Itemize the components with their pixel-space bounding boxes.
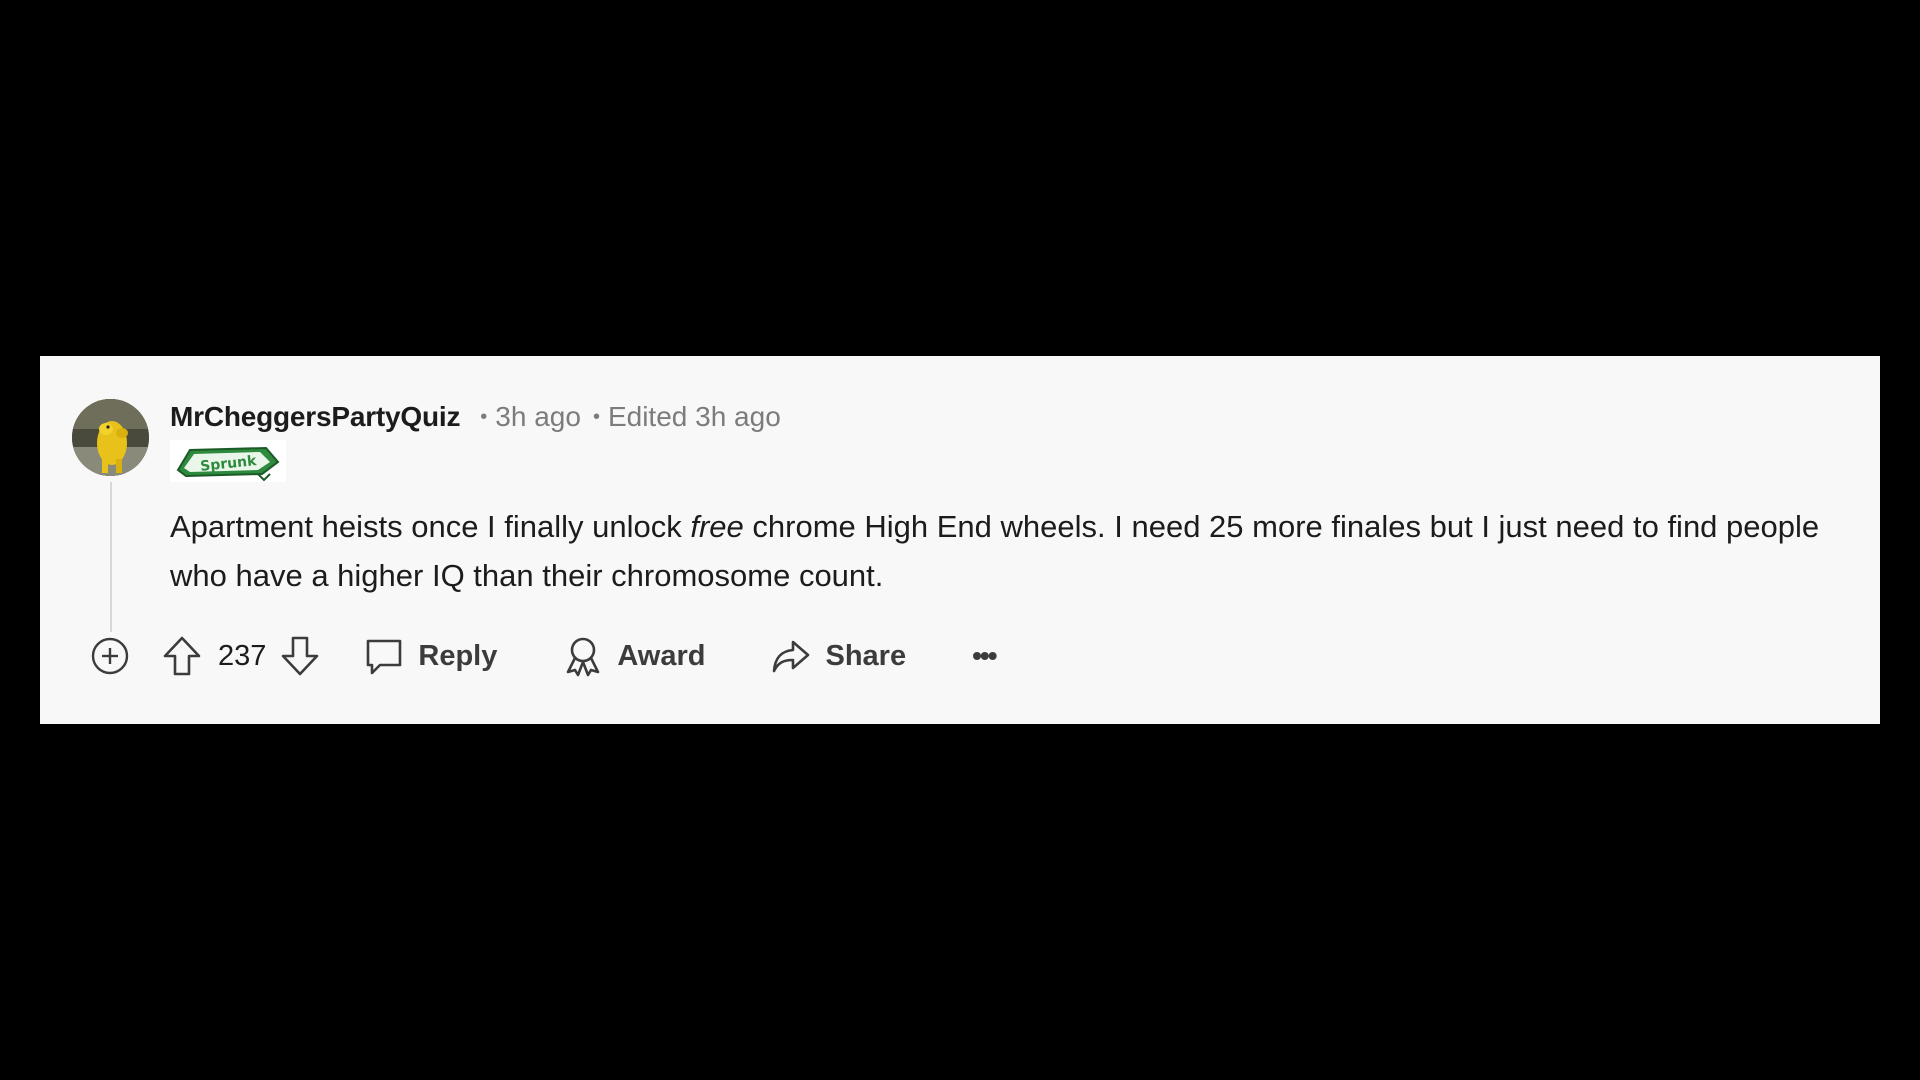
plus-circle-icon bbox=[91, 637, 129, 675]
user-avatar[interactable] bbox=[72, 399, 149, 476]
user-flair: Sprunk bbox=[170, 440, 286, 482]
ellipsis-icon: ••• bbox=[972, 640, 997, 671]
reply-label: Reply bbox=[418, 639, 498, 672]
comment-actions: 237 Reply Award Share ••• bbox=[88, 626, 998, 686]
downvote-button[interactable] bbox=[280, 634, 320, 678]
reply-button[interactable]: Reply bbox=[364, 636, 497, 676]
comment-bubble-icon bbox=[364, 636, 404, 676]
sprunk-flair-logo: Sprunk bbox=[170, 440, 286, 482]
comment-meta: MrCheggersPartyQuiz • 3h ago • Edited 3h… bbox=[170, 398, 781, 436]
edited-time: Edited 3h ago bbox=[607, 401, 781, 432]
comment-card: MrCheggersPartyQuiz • 3h ago • Edited 3h… bbox=[40, 356, 1880, 724]
award-button[interactable]: Award bbox=[563, 635, 705, 677]
arrow-up-icon bbox=[163, 636, 201, 676]
thread-line[interactable] bbox=[110, 482, 112, 632]
award-ribbon-icon bbox=[563, 635, 603, 677]
more-options-button[interactable]: ••• bbox=[972, 640, 997, 672]
post-time[interactable]: 3h ago bbox=[495, 401, 581, 433]
share-label: Share bbox=[825, 639, 907, 672]
award-label: Award bbox=[617, 639, 706, 672]
comment-body: Apartment heists once I finally unlock f… bbox=[170, 502, 1850, 600]
vote-score: 237 bbox=[218, 639, 267, 672]
comment-body-text: Apartment heists once I finally unlock bbox=[170, 509, 691, 544]
avatar-image bbox=[72, 399, 149, 476]
share-button[interactable]: Share bbox=[771, 636, 906, 676]
meta-separator: • bbox=[592, 405, 600, 428]
meta-separator: • bbox=[480, 405, 488, 428]
upvote-button[interactable] bbox=[162, 634, 202, 678]
arrow-down-icon bbox=[282, 636, 319, 676]
comment-body-emphasis: free bbox=[690, 509, 744, 544]
share-arrow-icon bbox=[771, 636, 811, 676]
expand-thread-button[interactable] bbox=[88, 634, 132, 678]
username[interactable]: MrCheggersPartyQuiz bbox=[170, 401, 460, 433]
